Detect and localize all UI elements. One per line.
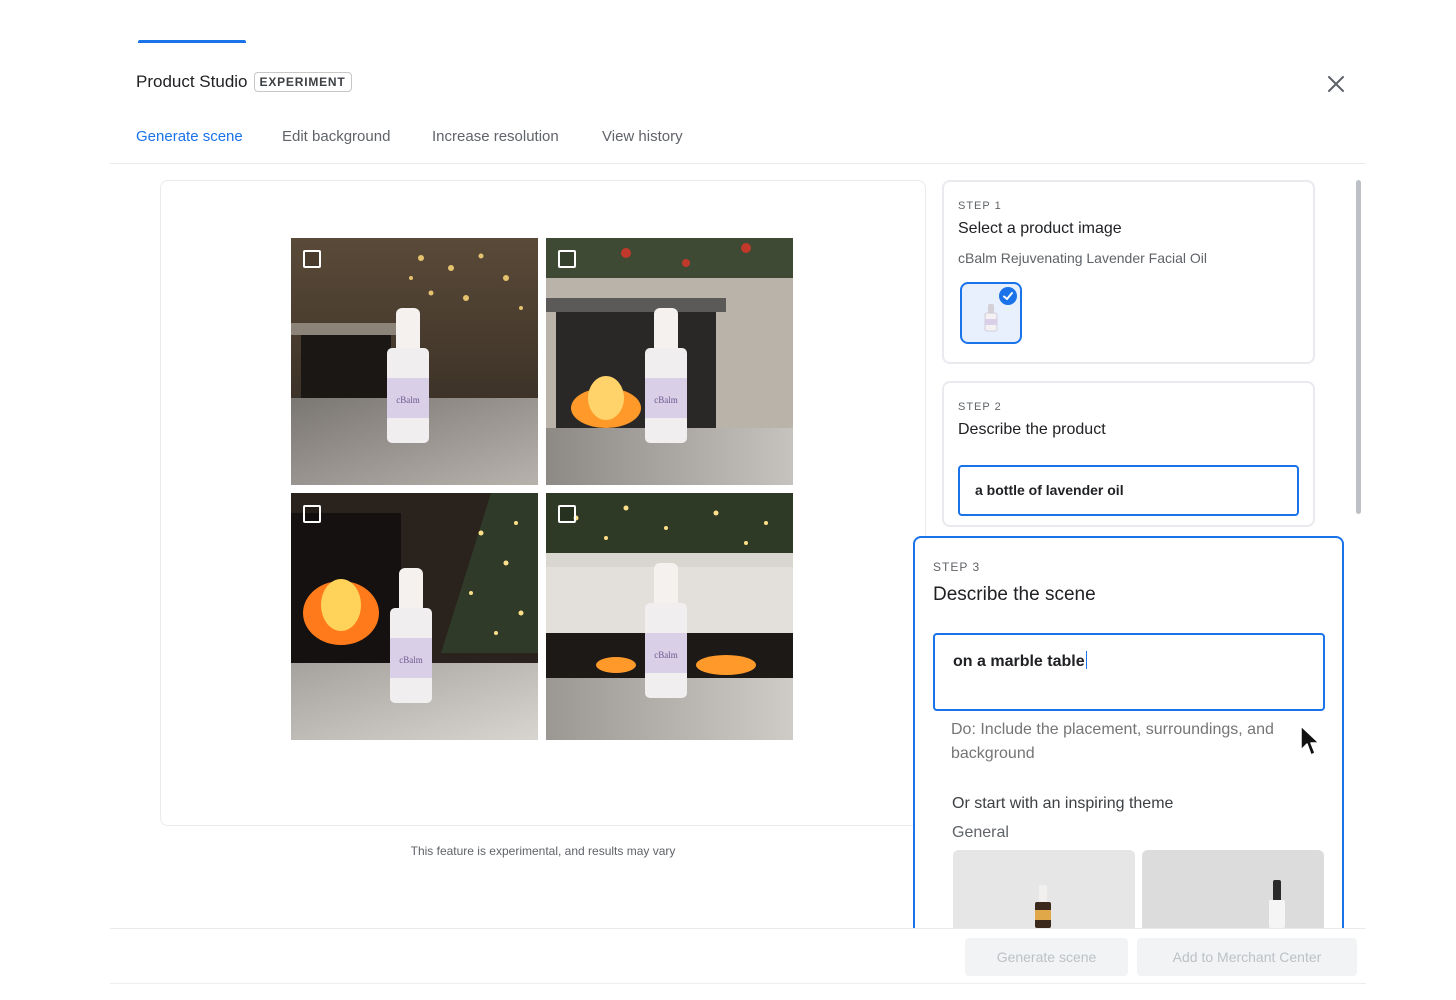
scene-image-3-checkbox[interactable]	[303, 505, 321, 523]
svg-text:cBalm: cBalm	[399, 655, 423, 665]
experiment-badge: EXPERIMENT	[253, 72, 352, 92]
step2-label: STEP 2	[958, 401, 1002, 413]
step3-title: Describe the scene	[933, 584, 1096, 605]
product-studio-dialog: Product Studio EXPERIMENT Generate scene…	[0, 0, 1456, 1000]
step1-card: STEP 1 Select a product image cBalm Reju…	[942, 180, 1315, 364]
add-to-merchant-center-button[interactable]: Add to Merchant Center	[1137, 938, 1357, 976]
preview-card: cBalm cBalm cBalm cBalm	[160, 180, 926, 826]
svg-text:cBalm: cBalm	[396, 395, 420, 405]
scene-description-value: on a marble table	[953, 653, 1085, 670]
scene-image-2-checkbox[interactable]	[558, 250, 576, 268]
mouse-pointer-icon	[1300, 725, 1320, 756]
step3-card: STEP 3 Describe the scene on a marble ta…	[913, 536, 1344, 928]
theme-section-title: Or start with an inspiring theme	[952, 795, 1174, 812]
theme-tile-2[interactable]	[1142, 850, 1324, 928]
scene-image-4-checkbox[interactable]	[558, 505, 576, 523]
product-name: cBalm Rejuvenating Lavender Facial Oil	[958, 250, 1208, 266]
active-tab-indicator	[138, 40, 246, 43]
tab-bar: Generate scene Edit background Increase …	[110, 118, 1366, 164]
tab-generate-scene[interactable]: Generate scene	[136, 128, 243, 145]
product-thumbnail[interactable]	[960, 282, 1022, 344]
tab-edit-background[interactable]: Edit background	[282, 128, 390, 145]
step3-label: STEP 3	[933, 560, 981, 574]
scene-image-2[interactable]: cBalm	[546, 238, 793, 485]
panel-scrollbar[interactable]	[1356, 180, 1361, 514]
product-description-value: a bottle of lavender oil	[975, 482, 1124, 498]
scene-description-input[interactable]: on a marble table	[933, 633, 1325, 711]
close-button[interactable]	[1322, 70, 1350, 98]
scene-image-1[interactable]: cBalm	[291, 238, 538, 485]
selected-check-icon	[999, 287, 1017, 305]
dialog-header: Product Studio EXPERIMENT	[136, 72, 352, 92]
product-description-input[interactable]: a bottle of lavender oil	[958, 465, 1299, 516]
scene-image-1-checkbox[interactable]	[303, 250, 321, 268]
dialog-footer: Generate scene Add to Merchant Center	[110, 928, 1366, 984]
tab-view-history[interactable]: View history	[602, 128, 683, 145]
generate-scene-button[interactable]: Generate scene	[965, 938, 1128, 976]
scene-hint: Do: Include the placement, surroundings,…	[951, 721, 1274, 762]
dialog-title: Product Studio	[136, 72, 248, 91]
close-icon	[1328, 76, 1344, 92]
theme-category-general: General	[952, 824, 1009, 841]
svg-text:cBalm: cBalm	[654, 650, 678, 660]
experimental-disclaimer: This feature is experimental, and result…	[410, 844, 676, 858]
scene-image-4[interactable]: cBalm	[546, 493, 793, 740]
step2-title: Describe the product	[958, 421, 1106, 438]
step1-title: Select a product image	[958, 220, 1122, 237]
step1-label: STEP 1	[958, 200, 1002, 212]
text-caret	[1085, 651, 1087, 669]
tab-increase-resolution[interactable]: Increase resolution	[432, 128, 559, 145]
step2-card: STEP 2 Describe the product a bottle of …	[942, 381, 1315, 527]
svg-text:cBalm: cBalm	[654, 395, 678, 405]
scene-image-3[interactable]: cBalm	[291, 493, 538, 740]
theme-tile-1[interactable]	[953, 850, 1135, 928]
